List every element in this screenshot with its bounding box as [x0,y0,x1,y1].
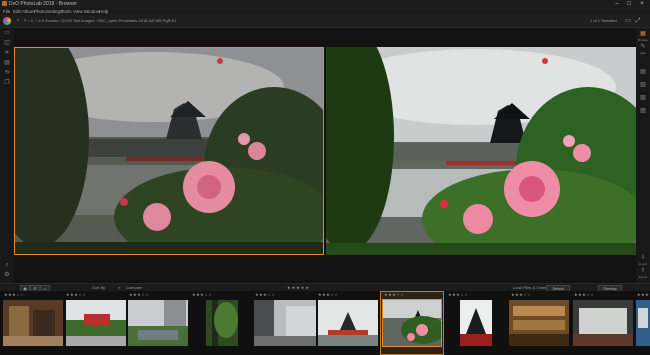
tab-edit[interactable]: Edit [636,51,650,55]
photolab-window: DxO PhotoLab 2018 - Browser – □ × File E… [0,0,650,355]
thumb-stars[interactable]: ★★★☆☆ [66,292,86,297]
layers-icon[interactable]: ❐ [3,80,11,87]
menu-help[interactable]: Help [99,8,108,15]
menu-photo[interactable]: Photo [34,8,46,15]
menu-settings[interactable]: Settings [46,8,62,15]
left-tool-strip: ▭ ◫ ⌗ ▤ ⟲ ❐ ⌕ ⚙ [0,28,14,283]
maximize-button[interactable]: □ [624,0,634,8]
compare-icon[interactable]: ◫ [3,40,11,47]
thumb-forest-path[interactable] [206,300,238,346]
filters-icon[interactable]: ▥ [639,81,647,89]
filmstrip: ★★★☆☆ ★★★☆☆ ★★★☆☆ ★★★☆☆ ★★★☆☆ ★★★☆☆ ★★★☆… [0,291,650,355]
thumb-stars[interactable]: ★★★☆☆ [511,292,531,297]
menu-album[interactable]: Album [22,8,35,15]
tab-import[interactable]: Import [636,262,650,266]
meta-icon[interactable]: ▧ [639,107,647,115]
tab-browse[interactable]: Browse [636,38,650,42]
presets-icon[interactable]: ▤ [639,68,647,76]
breadcrumb[interactable]: › C: › 1-R Ecrans › DxO4 Test Images › S… [28,15,176,27]
photo-after[interactable] [326,47,636,255]
thumb-red-pagoda-garden[interactable] [66,300,126,346]
histogram-icon[interactable]: ▨ [639,94,647,102]
thumb-stars[interactable]: ★★★☆☆ [129,292,149,297]
thumb-stars[interactable]: ★★★☆☆ [255,292,275,297]
menu-window[interactable]: Window [84,8,100,15]
thumb-stars[interactable]: ★★★☆☆ [448,292,468,297]
tab-export[interactable]: Export [636,275,650,279]
minimize-button[interactable]: – [612,0,622,8]
thumb-castle-rose-selected[interactable] [382,299,442,347]
export-icon[interactable]: ⇧ [639,267,647,275]
thumb-tokyo-canal[interactable] [128,300,188,346]
dxo-logo-icon [3,17,11,25]
toolbar: ‹ › › C: › 1-R Ecrans › DxO4 Test Images… [0,15,650,28]
title-bar: DxO PhotoLab 2018 - Browser – □ × [0,0,650,8]
print-icon[interactable]: ▤ [3,60,11,67]
menu-edit[interactable]: Edit [13,8,21,15]
photo-before-image [14,47,324,255]
settings-icon[interactable]: ⚙ [3,272,11,279]
selection-count: 1 of 1 Selected [590,18,617,23]
edit-icon[interactable]: ✎ [639,43,647,51]
thumb-stars[interactable]: ★★★☆☆ [384,292,404,297]
browse-icon[interactable]: ▦ [639,30,647,38]
photo-after-image [326,47,636,255]
crop-icon[interactable]: ⌗ [3,50,11,57]
window-title: DxO PhotoLab 2018 - Browser [9,1,78,7]
thumb-castle-black[interactable] [460,300,492,346]
import-icon[interactable]: ⇩ [639,254,647,262]
menu-file[interactable]: File [3,8,10,15]
monitor-icon[interactable]: ▭ [3,30,11,37]
menu-view[interactable]: View [73,8,83,15]
menu-tools[interactable]: Tools [61,8,72,15]
thumb-blue-shop[interactable] [636,300,650,346]
rotate-icon[interactable]: ⟲ [3,70,11,77]
thumb-stars[interactable]: ★★★☆☆ [4,292,24,297]
close-button[interactable]: × [637,0,647,8]
magnifier-icon[interactable]: ⌕ [3,262,11,269]
thumb-stars[interactable]: ★★★☆☆ [192,292,212,297]
right-panel-strip: ▦ Browse ✎ Edit ▤ ▥ ▨ ▧ ⇩ Import ⇧ Expor… [636,28,650,283]
photo-before[interactable] [14,47,324,255]
app-icon [2,1,7,6]
thumb-market-street[interactable] [3,300,63,346]
thumb-restaurant-interior[interactable] [573,300,633,346]
menu-bar: File Edit Album Photo Settings Tools Vie… [0,8,650,15]
thumb-bookshop-interior[interactable] [509,300,569,346]
pane-toggle-icon[interactable]: ▭ [624,17,632,25]
thumb-castle-lake[interactable] [318,300,378,346]
thumb-narrow-alley[interactable] [254,300,316,346]
thumb-stars[interactable]: ★★★☆☆ [574,292,594,297]
thumb-stars[interactable]: ★★★☆☆ [318,292,338,297]
compare-viewer [14,47,636,255]
thumb-stars[interactable]: ★★★☆☆ [637,292,650,297]
fullscreen-icon[interactable]: ⤢ [634,17,642,25]
